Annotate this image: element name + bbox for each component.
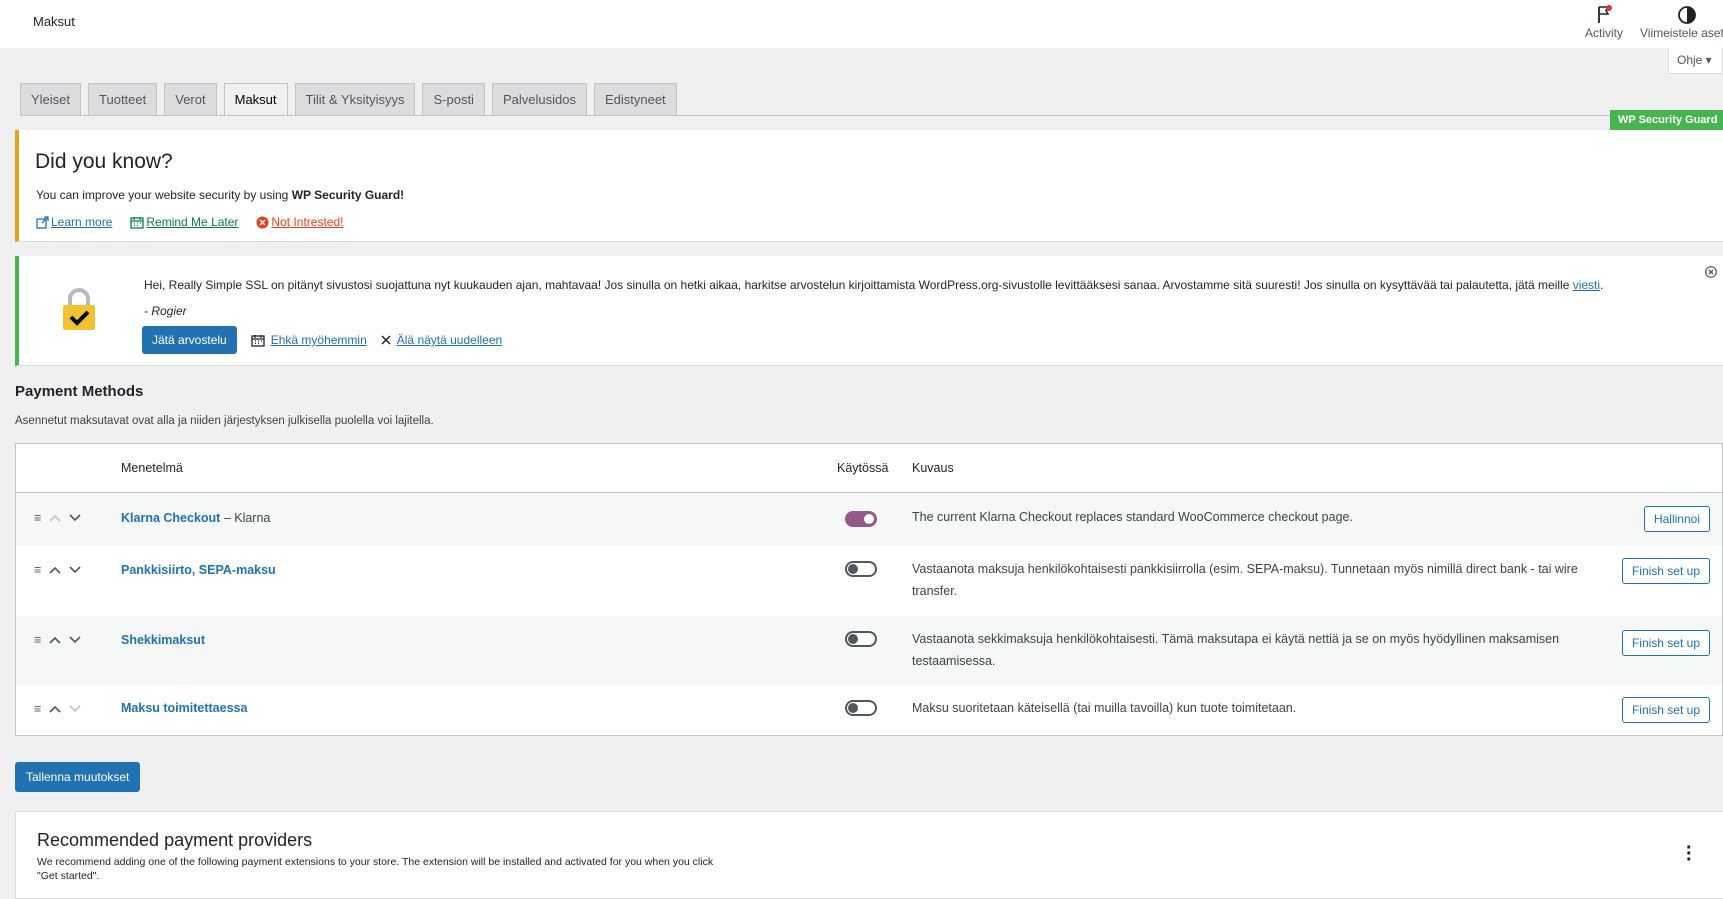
finish-setup-button[interactable]: Finish set up — [1621, 630, 1710, 656]
drag-handle-icon[interactable]: ≡ — [34, 511, 41, 525]
table-row: ≡ Klarna Checkout – Klarna The current K… — [16, 493, 1722, 546]
finish-setup-label: Viimeistele aset — [1640, 26, 1723, 40]
recommended-providers-panel: Recommended payment providers We recomme… — [15, 811, 1723, 899]
tab-integration[interactable]: Palvelusidos — [491, 83, 587, 115]
recommended-title: Recommended payment providers — [37, 830, 313, 850]
method-name[interactable]: Shekkimaksut — [121, 633, 205, 647]
leave-review-button[interactable]: Jätä arvostelu — [142, 326, 237, 354]
tab-tax[interactable]: Verot — [164, 83, 217, 115]
sort-controls: ≡ — [34, 633, 81, 647]
method-description: Maksu suoritetaan käteisellä (tai muilla… — [912, 701, 1297, 715]
help-tab[interactable]: Ohje ▾ — [1668, 48, 1723, 74]
wp-security-guard-badge: WP Security Guard — [1610, 110, 1723, 130]
chevron-up-icon[interactable] — [49, 705, 61, 713]
security-notice: Did you know? You can improve your websi… — [15, 130, 1723, 242]
top-bar: Maksut Activity Viimeistele aset — [0, 0, 1723, 48]
manage-button[interactable]: Hallinnoi — [1643, 506, 1710, 532]
tab-products[interactable]: Tuotteet — [88, 83, 158, 115]
chevron-up-icon[interactable] — [49, 636, 61, 644]
external-link-icon — [36, 215, 49, 229]
enable-toggle[interactable] — [845, 511, 877, 527]
recommended-description: We recommend adding one of the following… — [37, 856, 714, 882]
notice-links: Learn more Remind Me Later Not Intrested… — [36, 215, 343, 229]
tab-accounts-privacy[interactable]: Tilit & Yksityisyys — [294, 83, 416, 115]
calendar-icon — [130, 216, 145, 229]
ssl-notice-text: Hei, Really Simple SSL on pitänyt sivust… — [144, 278, 1604, 292]
sort-controls: ≡ — [34, 702, 81, 716]
activity-button[interactable]: Activity — [1576, 4, 1632, 40]
dont-show-again-link[interactable]: Älä näytä uudelleen — [381, 333, 502, 347]
sort-controls: ≡ — [34, 511, 81, 525]
enable-toggle[interactable] — [845, 561, 877, 577]
flag-icon — [1598, 5, 1612, 23]
close-circle-icon — [256, 216, 269, 228]
half-circle-icon — [1678, 6, 1696, 24]
dismiss-icon[interactable] — [1705, 266, 1717, 278]
finish-setup-button[interactable]: Finish set up — [1621, 558, 1710, 584]
column-enabled: Käytössä — [837, 461, 889, 475]
enable-toggle[interactable] — [845, 700, 877, 716]
chevron-up-icon[interactable] — [49, 514, 61, 522]
notice-author: - Rogier — [144, 304, 187, 318]
payment-methods-title: Payment Methods — [15, 383, 144, 400]
ssl-review-notice: Hei, Really Simple SSL on pitänyt sivust… — [15, 256, 1723, 366]
drag-handle-icon[interactable]: ≡ — [34, 633, 41, 647]
sort-controls: ≡ — [34, 563, 81, 577]
drag-handle-icon[interactable]: ≡ — [34, 702, 41, 716]
settings-tabs: Yleiset Tuotteet Verot Maksut Tilit & Yk… — [20, 83, 677, 116]
payment-methods-table: Menetelmä Käytössä Kuvaus ≡ Klarna Check… — [15, 443, 1723, 736]
chevron-down-icon[interactable] — [69, 636, 81, 644]
activity-label: Activity — [1584, 26, 1623, 40]
method-description: The current Klarna Checkout replaces sta… — [912, 510, 1353, 524]
tab-general[interactable]: Yleiset — [20, 83, 82, 115]
learn-more-link[interactable]: Learn more — [36, 215, 112, 229]
chevron-down-icon[interactable] — [69, 514, 81, 522]
table-row: ≡ Pankkisiirto, SEPA-maksu Vastaanota ma… — [16, 546, 1722, 616]
method-name[interactable]: Maksu toimitettaessa — [121, 701, 247, 715]
drag-handle-icon[interactable]: ≡ — [34, 563, 41, 577]
method-name[interactable]: Klarna Checkout – Klarna — [121, 511, 270, 525]
notice-heading: Did you know? — [35, 150, 173, 173]
table-header: Menetelmä Käytössä Kuvaus — [16, 444, 1722, 493]
ssl-notice-actions: Jätä arvostelu Ehkä myöhemmin Älä näytä … — [142, 326, 502, 354]
chevron-down-icon[interactable] — [69, 566, 81, 574]
message-link[interactable]: viesti — [1573, 278, 1600, 292]
finish-setup-button[interactable]: Viimeistele aset — [1640, 4, 1723, 40]
page-title: Maksut — [33, 14, 75, 29]
tab-payments[interactable]: Maksut — [223, 83, 288, 116]
method-name[interactable]: Pankkisiirto, SEPA-maksu — [121, 563, 276, 577]
tab-email[interactable]: S-posti — [422, 83, 485, 115]
enable-toggle[interactable] — [845, 631, 877, 647]
maybe-later-link[interactable]: Ehkä myöhemmin — [251, 333, 367, 347]
calendar-icon — [251, 334, 265, 347]
method-description: Vastaanota maksuja henkilökohtaisesti pa… — [912, 562, 1578, 598]
table-row: ≡ Maksu toimitettaessa Maksu suoritetaan… — [16, 685, 1722, 736]
column-method: Menetelmä — [121, 461, 183, 475]
table-row: ≡ Shekkimaksut Vastaanota sekkimaksuja h… — [16, 616, 1722, 685]
method-description: Vastaanota sekkimaksuja henkilökohtaises… — [912, 632, 1560, 668]
remind-later-link[interactable]: Remind Me Later — [130, 215, 238, 229]
padlock-check-icon — [63, 288, 95, 330]
more-options-icon[interactable]: · · · — [1686, 838, 1693, 870]
tab-advanced[interactable]: Edistyneet — [593, 83, 677, 115]
finish-setup-button[interactable]: Finish set up — [1621, 697, 1710, 723]
not-interested-link[interactable]: Not Intrested! — [256, 215, 343, 229]
chevron-up-icon[interactable] — [49, 566, 61, 574]
notice-text: You can improve your website security by… — [36, 188, 405, 202]
tab-divider — [20, 115, 1723, 116]
payment-methods-description: Asennetut maksutavat ovat alla ja niiden… — [15, 415, 434, 427]
save-changes-button[interactable]: Tallenna muutokset — [15, 762, 141, 792]
chevron-down-icon[interactable] — [69, 705, 81, 713]
close-icon — [381, 335, 391, 345]
column-description: Kuvaus — [912, 461, 954, 475]
